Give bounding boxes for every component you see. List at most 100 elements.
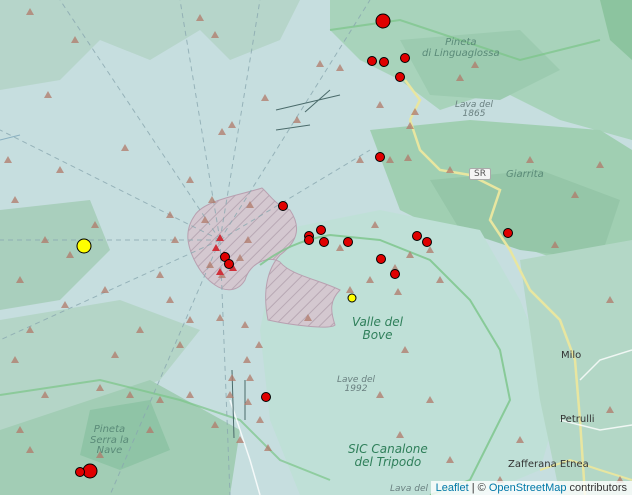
osm-link[interactable]: OpenStreetMap <box>489 482 567 494</box>
map-view[interactable]: Pineta di Linguaglossa Lava del 1865 SR Gi… <box>0 0 632 495</box>
crater-triangle-icon <box>356 156 364 163</box>
crater-triangle-icon <box>396 431 404 438</box>
crater-triangle-icon <box>201 216 209 223</box>
crater-triangle-icon <box>571 191 579 198</box>
earthquake-marker-red[interactable] <box>375 152 385 162</box>
crater-triangle-icon <box>101 286 109 293</box>
earthquake-marker-red[interactable] <box>375 13 391 29</box>
earthquake-marker-red[interactable] <box>412 231 422 241</box>
earthquake-marker-red[interactable] <box>400 53 410 63</box>
crater-triangle-icon <box>156 271 164 278</box>
earthquake-marker-red[interactable] <box>304 235 314 245</box>
crater-triangle-icon <box>304 314 312 321</box>
crater-triangle-icon <box>526 156 534 163</box>
crater-triangle-icon <box>26 8 34 15</box>
earthquake-marker-red[interactable] <box>503 228 513 238</box>
earthquake-marker-red[interactable] <box>261 392 271 402</box>
earthquake-marker-red[interactable] <box>376 254 386 264</box>
crater-triangle-icon <box>176 341 184 348</box>
crater-triangle-icon <box>376 101 384 108</box>
crater-triangle-icon <box>186 316 194 323</box>
crater-triangle-icon <box>206 261 214 268</box>
crater-triangle-icon <box>186 391 194 398</box>
crater-triangle-icon <box>216 314 224 321</box>
crater-triangle-icon <box>456 74 464 81</box>
crater-triangle-icon <box>208 196 216 203</box>
crater-triangle-icon <box>264 444 272 451</box>
crater-triangle-icon <box>371 221 379 228</box>
earthquake-marker-red[interactable] <box>75 467 85 477</box>
crater-triangle-icon <box>404 154 412 161</box>
earthquake-marker-yellow[interactable] <box>76 238 92 254</box>
crater-triangle-icon <box>246 201 254 208</box>
crater-triangle-icon <box>211 31 219 38</box>
crater-triangle-icon <box>366 276 374 283</box>
crater-triangle-icon <box>41 236 49 243</box>
crater-triangle-icon <box>426 396 434 403</box>
crater-triangle-icon <box>26 326 34 333</box>
crater-triangle-icon <box>111 351 119 358</box>
crater-triangle-icon <box>196 14 204 21</box>
crater-triangle-icon <box>186 176 194 183</box>
map-attribution: Leaflet | © OpenStreetMap contributors <box>430 481 632 495</box>
crater-triangle-icon <box>16 276 24 283</box>
attribution-contributors: contributors <box>566 482 627 494</box>
crater-triangle-icon <box>346 286 354 293</box>
summit-crater-triangle-icon <box>212 244 220 251</box>
crater-triangle-icon <box>166 211 174 218</box>
crater-triangle-icon <box>126 391 134 398</box>
crater-triangle-icon <box>56 166 64 173</box>
crater-triangle-icon <box>61 301 69 308</box>
crater-triangle-icon <box>71 36 79 43</box>
crater-triangle-icon <box>255 341 263 348</box>
crater-triangle-icon <box>293 116 301 123</box>
earthquake-marker-red[interactable] <box>343 237 353 247</box>
crater-triangle-icon <box>218 128 226 135</box>
crater-triangle-icon <box>551 241 559 248</box>
earthquake-marker-red[interactable] <box>82 463 98 479</box>
crater-triangle-icon <box>41 391 49 398</box>
summit-crater-triangle-icon <box>216 268 224 275</box>
crater-triangle-icon <box>236 254 244 261</box>
crater-triangle-icon <box>211 421 219 428</box>
earthquake-marker-red[interactable] <box>422 237 432 247</box>
crater-triangle-icon <box>26 446 34 453</box>
crater-triangle-icon <box>256 416 264 423</box>
earthquake-marker-red[interactable] <box>367 56 377 66</box>
summit-crater-triangle-icon <box>216 234 224 241</box>
earthquake-marker-red[interactable] <box>278 201 288 211</box>
crater-triangle-icon <box>166 296 174 303</box>
crater-triangle-icon <box>96 451 104 458</box>
crater-triangle-icon <box>446 166 454 173</box>
earthquake-marker-red[interactable] <box>316 225 326 235</box>
crater-triangle-icon <box>11 356 19 363</box>
crater-triangle-icon <box>243 356 251 363</box>
earthquake-marker-red[interactable] <box>390 269 400 279</box>
crater-triangle-icon <box>516 436 524 443</box>
crater-triangle-icon <box>244 398 252 405</box>
crater-triangle-icon <box>244 236 252 243</box>
crater-triangle-icon <box>228 121 236 128</box>
crater-triangle-icon <box>4 156 12 163</box>
leaflet-link[interactable]: Leaflet <box>436 482 469 494</box>
crater-triangle-icon <box>66 251 74 258</box>
crater-triangle-icon <box>606 296 614 303</box>
earthquake-marker-red[interactable] <box>319 237 329 247</box>
crater-triangle-icon <box>236 436 244 443</box>
crater-triangle-icon <box>246 374 254 381</box>
crater-triangle-icon <box>171 236 179 243</box>
crater-triangle-icon <box>406 251 414 258</box>
crater-triangle-icon <box>411 108 419 115</box>
crater-triangle-icon <box>121 144 129 151</box>
earthquake-marker-red[interactable] <box>395 72 405 82</box>
earthquake-marker-yellow[interactable] <box>347 293 357 303</box>
crater-triangle-icon <box>386 156 394 163</box>
earthquake-marker-red[interactable] <box>379 57 389 67</box>
crater-triangle-icon <box>401 346 409 353</box>
crater-triangle-icon <box>336 244 344 251</box>
crater-triangle-icon <box>241 321 249 328</box>
crater-triangle-icon <box>606 406 614 413</box>
crater-triangle-icon <box>426 246 434 253</box>
crater-triangle-icon <box>446 456 454 463</box>
earthquake-marker-red[interactable] <box>224 259 234 269</box>
